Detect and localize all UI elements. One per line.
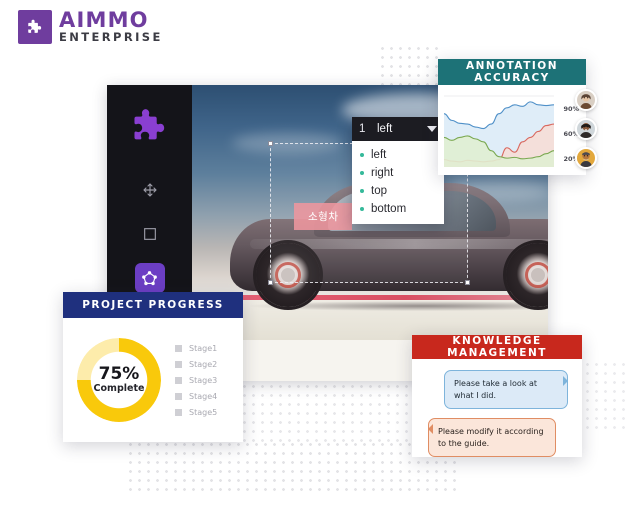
list-item[interactable]: Stage3 [175,376,217,385]
dropdown-option[interactable]: top [352,182,444,200]
brand-subtitle: ENTERPRISE [59,30,163,45]
accuracy-area-chart [444,93,554,167]
checkbox-icon[interactable] [175,408,182,416]
stage-label: Stage4 [189,391,218,401]
checkbox-icon[interactable] [175,392,182,400]
dropdown-option-label: top [371,185,387,197]
chat-bubble-outgoing[interactable]: Please modify it according to the guide. [428,418,556,458]
puzzle-piece-icon [18,10,52,44]
stage-label: Stage2 [189,359,218,369]
annotation-class-label[interactable]: 소형차 [294,203,353,230]
card-title: PROJECT PROGRESS [63,292,243,318]
dropdown-options-list[interactable]: left right top bottom [352,141,444,224]
resize-handle-sw[interactable] [268,280,273,285]
stage-label: Stage1 [189,343,218,353]
avatar[interactable] [575,147,597,169]
puzzle-piece-icon [127,103,173,149]
bullet-icon [360,189,364,193]
screenshot-root: AIMMO ENTERPRISE 소형차 1 left left right t… [0,0,630,520]
list-item[interactable]: Stage2 [175,360,217,369]
knowledge-management-card: KNOWLEDGE MANAGEMENT Please take a look … [412,335,582,458]
list-item[interactable]: Stage4 [175,392,217,401]
bullet-icon [360,207,364,211]
resize-handle-nw[interactable] [268,141,273,146]
bullet-icon [360,171,364,175]
dot-grid-decoration-right [574,360,630,430]
dropdown-selected-value: left [377,123,393,135]
chevron-down-icon[interactable] [427,126,437,132]
progress-body: 75% Complete Stage1 Stage2 Stage3 Stage4… [63,318,243,442]
brand-name: AIMMO [59,8,149,33]
stage-list: Stage1 Stage2 Stage3 Stage4 Stage5 [175,344,217,417]
rectangle-icon[interactable] [135,219,165,249]
dot-grid-decoration-bottom-left [126,440,456,496]
dropdown-option[interactable]: left [352,146,444,164]
avatar[interactable] [575,89,597,111]
stage-label: Stage3 [189,375,218,385]
dropdown-option-label: left [371,149,387,161]
dropdown-option-label: bottom [371,203,407,215]
dropdown-option-label: right [371,167,394,179]
reviewer-avatars [575,89,597,169]
donut-center-label: 75% Complete [77,338,161,422]
stage-label: Stage5 [189,407,218,417]
move-arrows-icon[interactable] [135,175,165,205]
progress-donut-chart: 75% Complete [77,338,161,422]
progress-percent: 75% [98,364,140,385]
dropdown-option[interactable]: bottom [352,200,444,218]
resize-handle-se[interactable] [465,280,470,285]
card-title: ANNOTATION ACCURACY [438,59,586,85]
avatar[interactable] [575,118,597,140]
annotation-accuracy-card: ANNOTATION ACCURACY 90% 60% 20% [438,59,597,175]
polygon-icon[interactable] [134,263,165,293]
list-item[interactable]: Stage5 [175,408,217,417]
dropdown-index: 1 [359,123,366,135]
label-dropdown[interactable]: 1 left left right top bottom [352,117,444,224]
brand-wordmark: AIMMO ENTERPRISE [59,10,163,44]
accuracy-chart-body: 90% 60% 20% [438,85,597,175]
progress-caption: Complete [93,383,145,395]
card-title: KNOWLEDGE MANAGEMENT [412,335,582,359]
brand-logo: AIMMO ENTERPRISE [18,10,163,44]
project-progress-card: PROJECT PROGRESS 75% Complete Stage1 Sta… [63,292,243,442]
checkbox-icon[interactable] [175,376,182,384]
bullet-icon [360,153,364,157]
wheel-hub [531,268,545,282]
dropdown-option[interactable]: right [352,164,444,182]
list-item[interactable]: Stage1 [175,344,217,353]
chat-bubble-incoming[interactable]: Please take a look at what I did. [444,370,568,410]
checkbox-icon[interactable] [175,360,182,368]
checkbox-icon[interactable] [175,344,182,352]
chat-thread: Please take a look at what I did. Please… [412,359,582,458]
dropdown-toggle[interactable]: 1 left [352,117,444,141]
